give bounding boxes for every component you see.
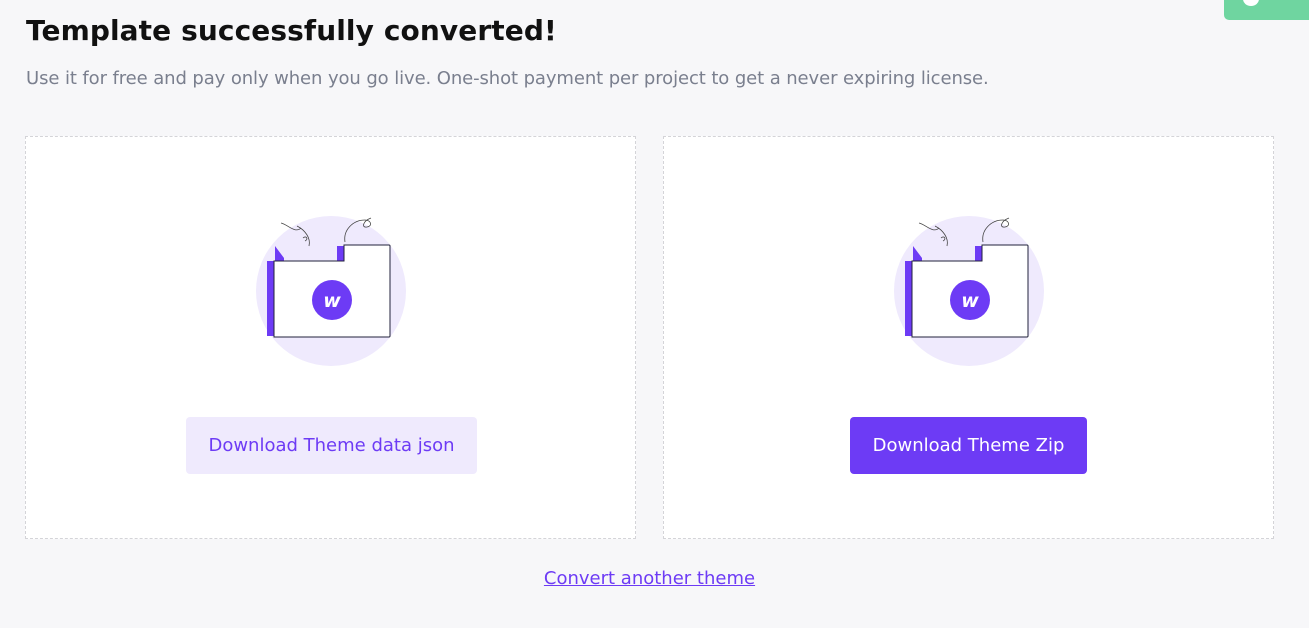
webflow-logo-letter: w [961, 290, 979, 312]
webflow-folder-icon: w [894, 216, 1044, 366]
convert-another-theme-link[interactable]: Convert another theme [544, 568, 755, 589]
webflow-folder-icon: w [256, 216, 406, 366]
download-theme-zip-button[interactable]: Download Theme Zip [850, 417, 1087, 474]
page-subtitle: Use it for free and pay only when you go… [26, 68, 989, 89]
theme-zip-card: w Download Theme Zip [663, 136, 1274, 539]
corner-badge[interactable] [1224, 0, 1309, 20]
badge-icon [1243, 0, 1259, 6]
theme-data-json-card: w Download Theme data json [25, 136, 636, 539]
convert-another-theme-row: Convert another theme [0, 568, 1299, 589]
webflow-logo-letter: w [323, 290, 341, 312]
download-theme-json-button[interactable]: Download Theme data json [186, 417, 477, 474]
page-title: Template successfully converted! [26, 14, 557, 47]
